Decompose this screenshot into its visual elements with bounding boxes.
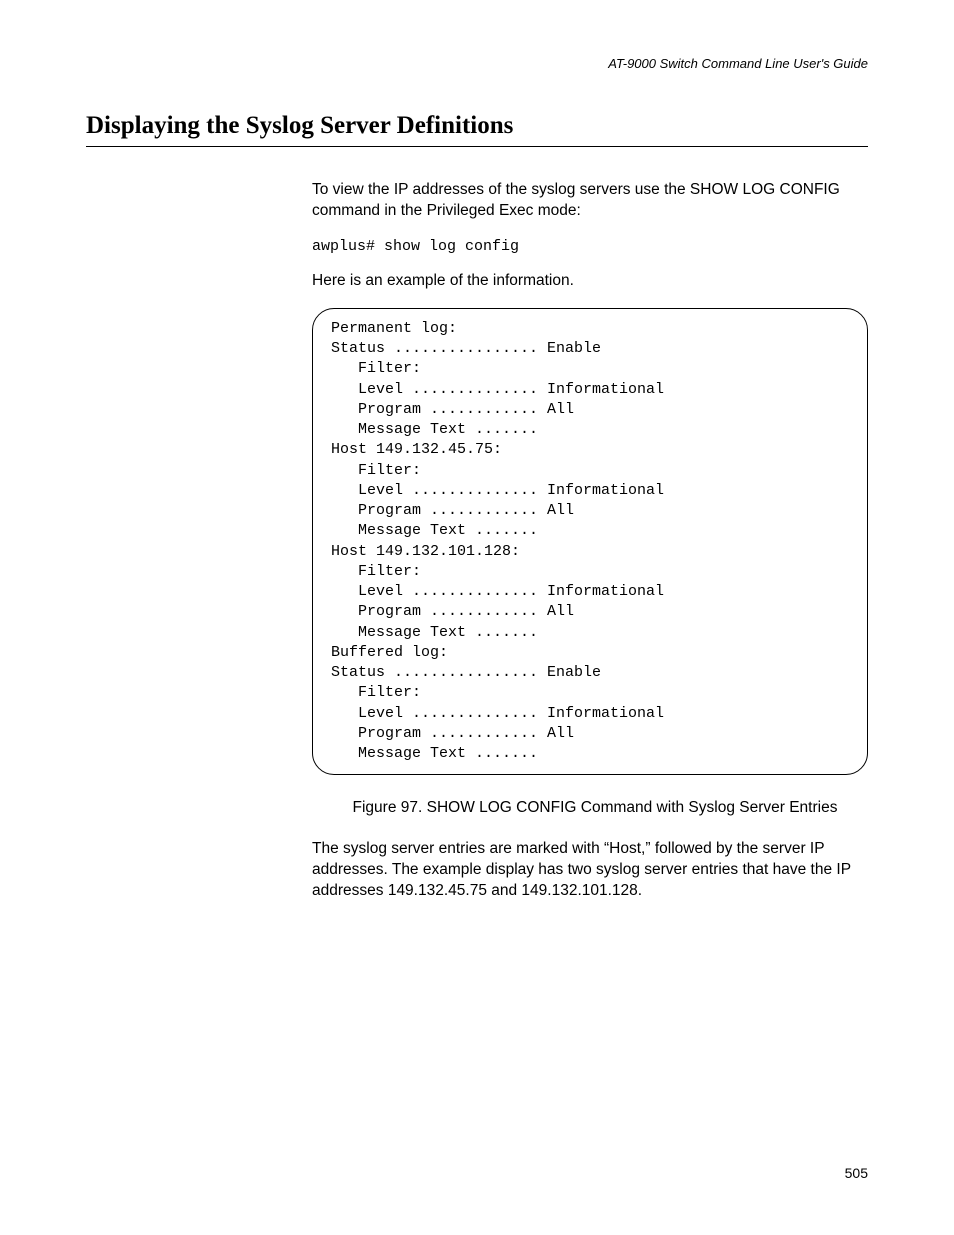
intro-paragraph: To view the IP addresses of the syslog s… bbox=[312, 180, 868, 222]
command-output-box: Permanent log: Status ................ E… bbox=[312, 308, 868, 776]
example-lead: Here is an example of the information. bbox=[312, 271, 868, 292]
closing-paragraph: The syslog server entries are marked wit… bbox=[312, 839, 868, 902]
section-heading: Displaying the Syslog Server Definitions bbox=[86, 112, 868, 147]
content-area: To view the IP addresses of the syslog s… bbox=[312, 180, 868, 918]
document-header: AT-9000 Switch Command Line User's Guide bbox=[608, 56, 868, 71]
page-number: 505 bbox=[845, 1165, 868, 1181]
figure-caption: Figure 97. SHOW LOG CONFIG Command with … bbox=[312, 799, 868, 817]
command-line: awplus# show log config bbox=[312, 238, 868, 255]
